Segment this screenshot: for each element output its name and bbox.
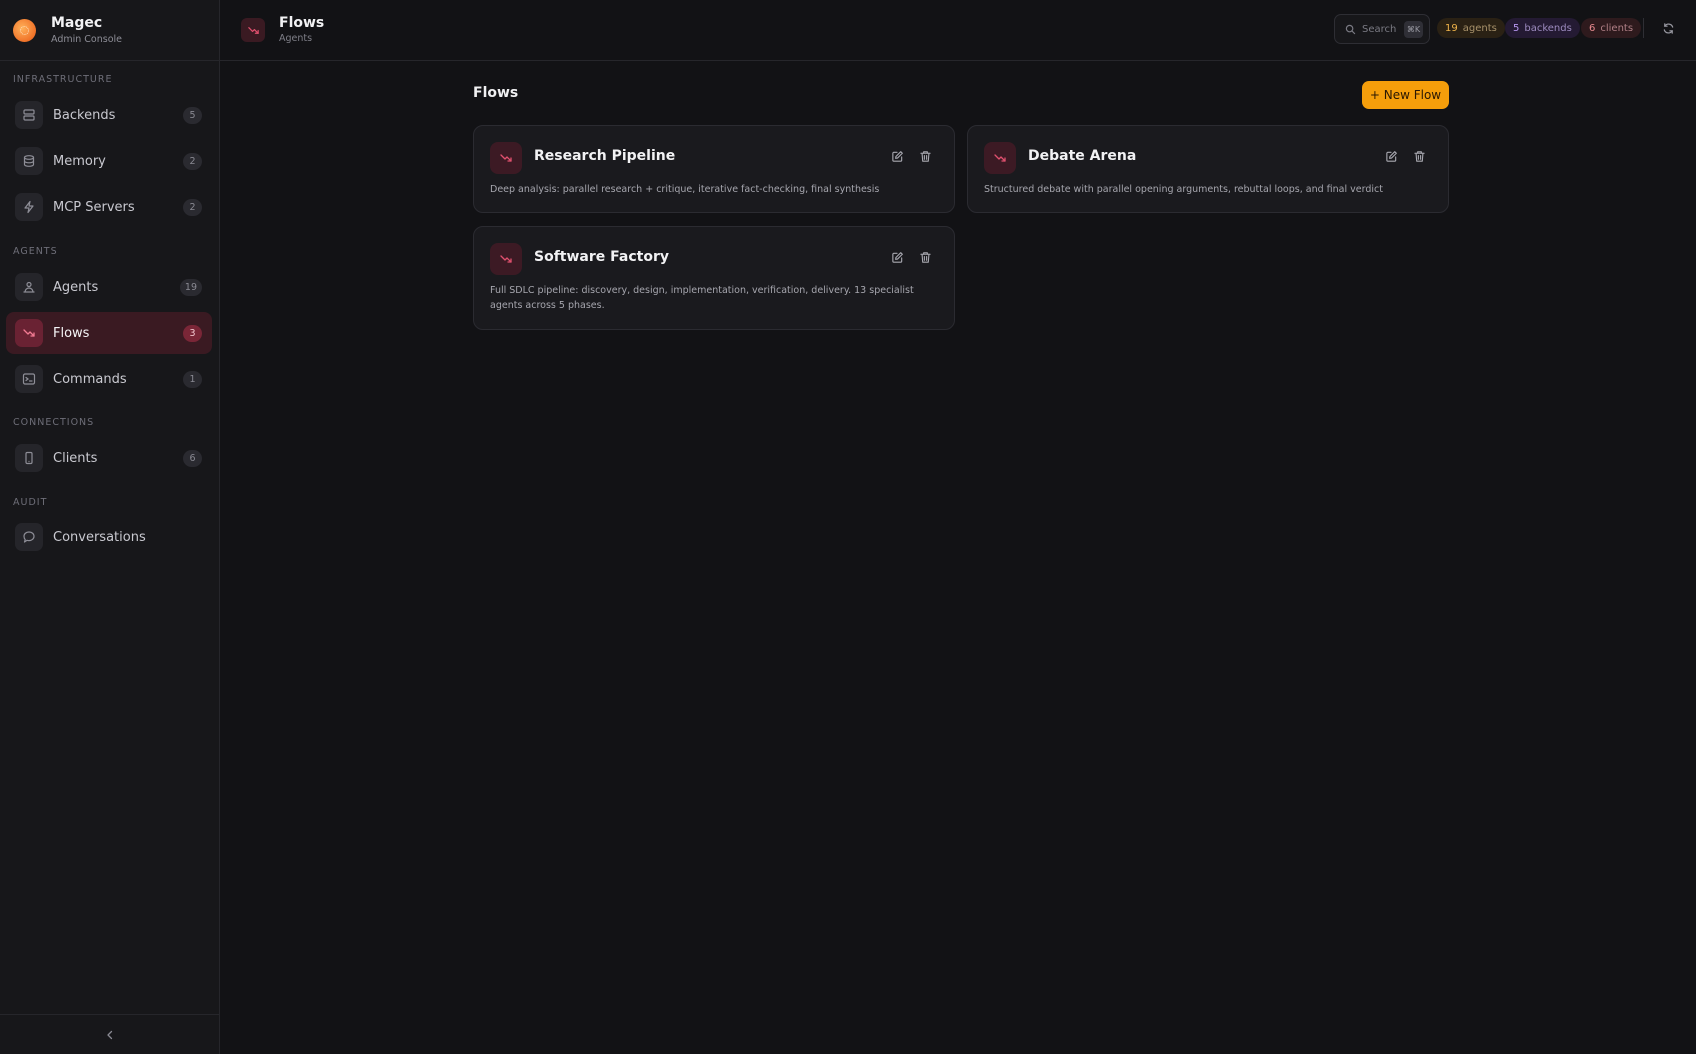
trash-icon xyxy=(1413,150,1425,162)
flow-icon xyxy=(984,142,1016,174)
chat-icon xyxy=(15,523,43,551)
top-header: Flows Agents Search ⌘K 19 agents 5 backe… xyxy=(220,0,1696,61)
section-label-connections: CONNECTIONS xyxy=(13,417,95,428)
header-divider xyxy=(1643,18,1644,38)
page-header-breadcrumb: Agents xyxy=(279,33,313,44)
sidebar-item-backends[interactable]: Backends 5 xyxy=(6,94,212,136)
sidebar-item-memory[interactable]: Memory 2 xyxy=(6,140,212,182)
brand-name: Magec xyxy=(51,14,103,31)
edit-flow-button[interactable] xyxy=(888,147,906,165)
sidebar-item-label: MCP Servers xyxy=(53,199,135,215)
agents-count: 19 xyxy=(1445,22,1458,34)
flow-card-software-factory[interactable]: Software Factory Full SDLC pipeline: dis… xyxy=(473,226,955,330)
agents-count-badge[interactable]: 19 agents xyxy=(1437,18,1505,38)
sidebar-item-flows[interactable]: Flows 3 xyxy=(6,312,212,354)
search-input[interactable]: Search ⌘K xyxy=(1334,14,1430,44)
delete-flow-button[interactable] xyxy=(1410,147,1428,165)
edit-icon xyxy=(891,251,903,263)
sidebar: Magec Admin Console INFRASTRUCTURE Backe… xyxy=(0,0,220,1054)
search-shortcut-badge: ⌘K xyxy=(1404,20,1423,38)
agents-icon xyxy=(15,273,43,301)
clients-count-badge[interactable]: 6 clients xyxy=(1581,18,1642,38)
server-icon xyxy=(15,101,43,129)
sidebar-item-mcp-servers[interactable]: MCP Servers 2 xyxy=(6,186,212,228)
flow-icon xyxy=(15,319,43,347)
sidebar-item-label: Flows xyxy=(53,325,90,341)
flow-card-title: Research Pipeline xyxy=(534,148,676,164)
section-label-audit: AUDIT xyxy=(13,497,48,508)
flow-card-description: Deep analysis: parallel research + criti… xyxy=(490,184,880,195)
bolt-icon xyxy=(15,193,43,221)
brand[interactable]: Magec Admin Console xyxy=(0,0,219,61)
edit-flow-button[interactable] xyxy=(888,248,906,266)
sidebar-item-count: 5 xyxy=(183,106,202,124)
section-label-agents: AGENTS xyxy=(13,246,58,257)
refresh-icon xyxy=(1663,22,1673,34)
flow-card-debate-arena[interactable]: Debate Arena Structured debate with para… xyxy=(967,125,1449,213)
flow-icon xyxy=(490,142,522,174)
chevron-left-icon xyxy=(106,1030,112,1039)
clients-count-label: clients xyxy=(1600,22,1634,34)
sidebar-item-agents[interactable]: Agents 19 xyxy=(6,266,212,308)
sidebar-item-commands[interactable]: Commands 1 xyxy=(6,358,212,400)
edit-flow-button[interactable] xyxy=(1382,147,1400,165)
flow-icon xyxy=(241,18,265,42)
terminal-icon xyxy=(15,365,43,393)
sidebar-item-count: 2 xyxy=(183,198,202,216)
delete-flow-button[interactable] xyxy=(916,147,934,165)
sidebar-item-count: 2 xyxy=(183,152,202,170)
backends-count: 5 xyxy=(1513,22,1520,34)
sidebar-item-count: 19 xyxy=(179,278,202,296)
backends-count-label: backends xyxy=(1524,22,1572,34)
sidebar-item-label: Agents xyxy=(53,279,99,295)
magec-logo-icon xyxy=(13,18,36,42)
flow-icon xyxy=(490,243,522,275)
flow-card-description: Full SDLC pipeline: discovery, design, i… xyxy=(490,285,914,311)
sidebar-item-count: 6 xyxy=(183,449,202,467)
clients-count: 6 xyxy=(1589,22,1596,34)
sidebar-item-label: Backends xyxy=(53,107,116,123)
database-icon xyxy=(15,147,43,175)
trash-icon xyxy=(919,251,931,263)
section-label-infrastructure: INFRASTRUCTURE xyxy=(13,74,113,85)
page-title: Flows xyxy=(473,85,519,101)
collapse-sidebar-button[interactable] xyxy=(0,1014,219,1054)
flow-card-title: Debate Arena xyxy=(1028,148,1137,164)
sidebar-item-label: Memory xyxy=(53,153,106,169)
search-placeholder: Search xyxy=(1362,23,1397,35)
edit-icon xyxy=(891,150,903,162)
sidebar-item-conversations[interactable]: Conversations xyxy=(6,516,212,558)
sidebar-item-clients[interactable]: Clients 6 xyxy=(6,437,212,479)
sidebar-item-count: 3 xyxy=(183,324,202,342)
flow-card-title: Software Factory xyxy=(534,249,669,265)
sidebar-item-count: 1 xyxy=(183,370,202,388)
app-root: Magec Admin Console INFRASTRUCTURE Backe… xyxy=(0,0,1696,1054)
edit-icon xyxy=(1385,150,1397,162)
agents-count-label: agents xyxy=(1462,22,1497,34)
sidebar-item-label: Conversations xyxy=(53,529,146,545)
sidebar-item-label: Commands xyxy=(53,371,127,387)
trash-icon xyxy=(919,150,931,162)
refresh-button[interactable] xyxy=(1660,20,1676,36)
brand-subtitle: Admin Console xyxy=(51,33,123,45)
flow-card-description: Structured debate with parallel opening … xyxy=(984,184,1383,195)
delete-flow-button[interactable] xyxy=(916,248,934,266)
device-icon xyxy=(15,444,43,472)
flow-card-research-pipeline[interactable]: Research Pipeline Deep analysis: paralle… xyxy=(473,125,955,213)
sidebar-item-label: Clients xyxy=(53,450,98,466)
page-header-title: Flows xyxy=(279,15,325,31)
backends-count-badge[interactable]: 5 backends xyxy=(1505,18,1580,38)
search-icon xyxy=(1345,24,1356,34)
new-flow-button[interactable]: + New Flow xyxy=(1362,81,1449,109)
